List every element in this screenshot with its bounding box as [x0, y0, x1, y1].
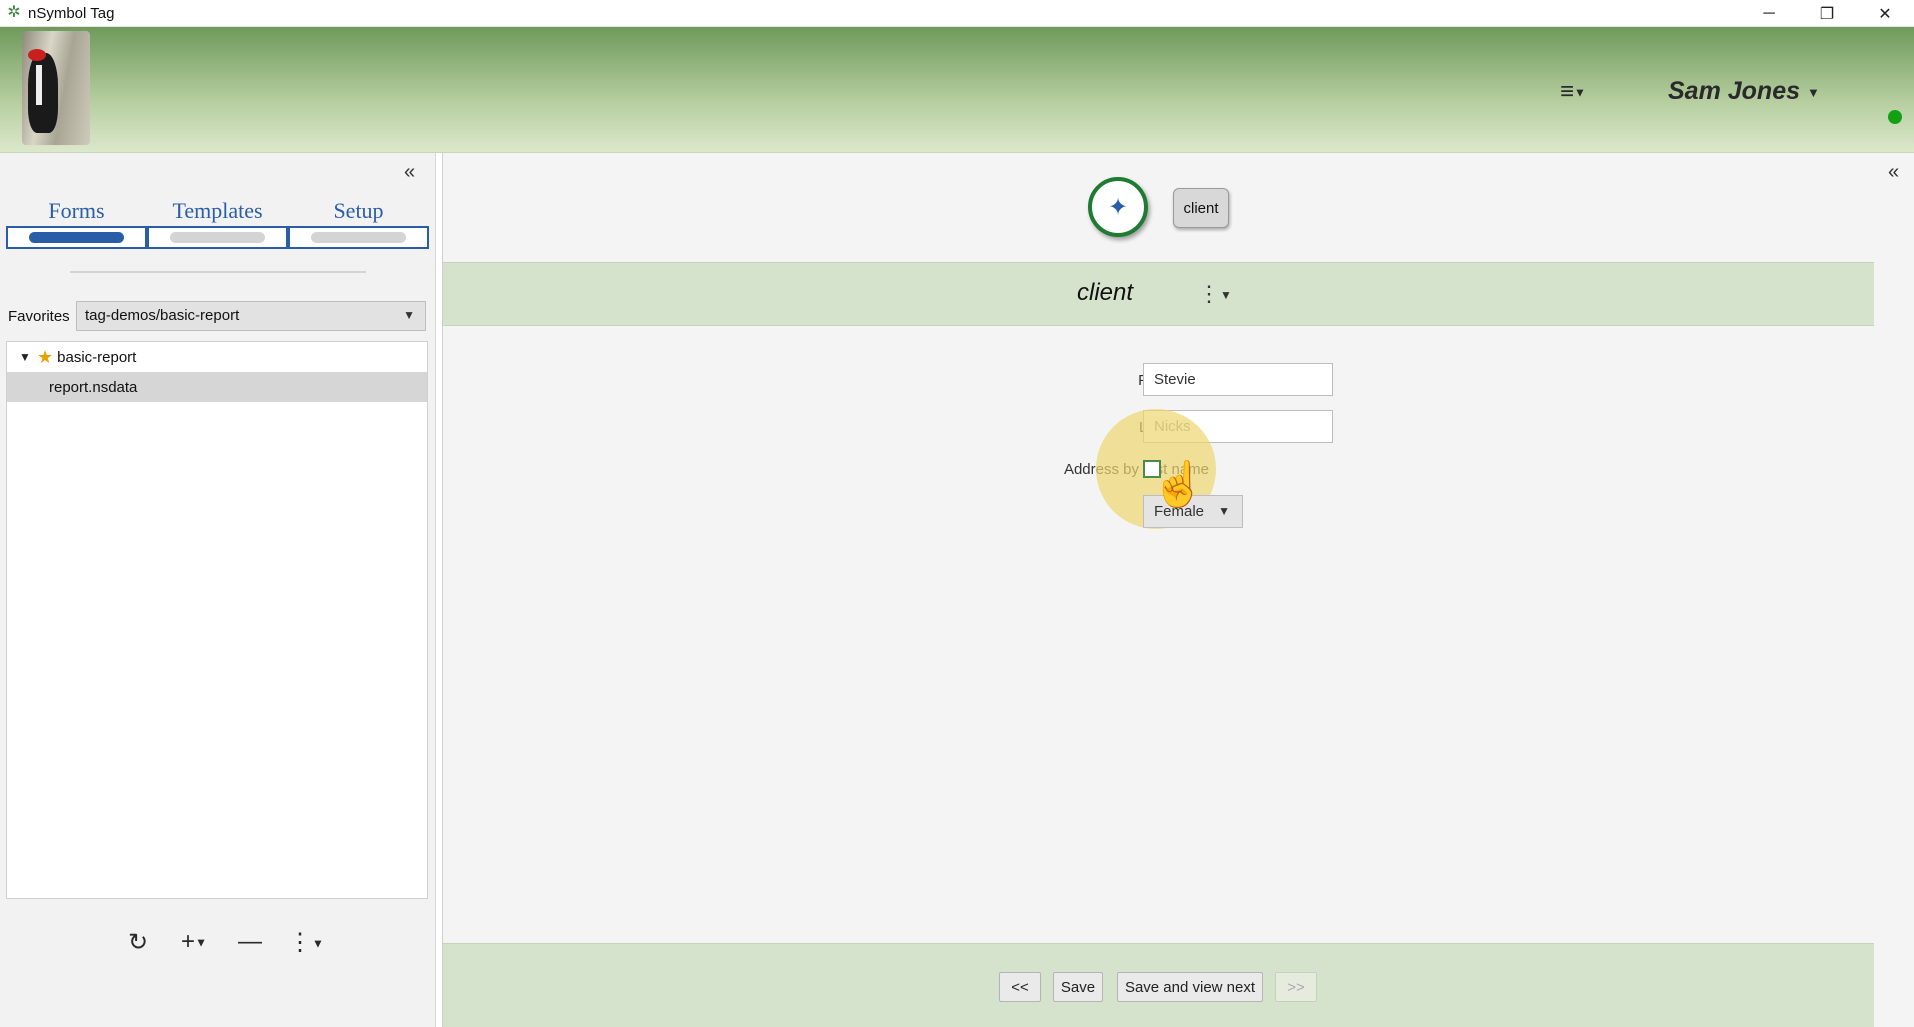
main-panel: ✦ client client ⋮▼ First name Last name …	[442, 153, 1875, 1027]
tree-folder-label: basic-report	[57, 348, 137, 366]
file-tree: ▼ ★ basic-report report.nsdata	[6, 341, 428, 899]
restore-button[interactable]: ❐	[1798, 0, 1856, 27]
tab-templates-label: Templates	[172, 198, 263, 223]
plus-icon: +	[181, 928, 196, 955]
bird-stripe	[36, 65, 42, 105]
woodpecker-logo	[22, 31, 90, 145]
tree-folder-row[interactable]: ▼ ★ basic-report	[7, 342, 427, 372]
tab-setup-bar	[311, 232, 406, 243]
tab-setup-indicator	[288, 226, 429, 249]
tab-templates-indicator	[147, 226, 288, 249]
user-menu-button[interactable]: Sam Jones ▼	[1668, 77, 1820, 106]
sidebar: « Forms Templates Setup Favorites tag-de…	[0, 153, 436, 1027]
more-button[interactable]: ⋮▼	[278, 928, 334, 957]
kebab-icon: ⋮	[1198, 281, 1220, 306]
chevron-down-icon: ▼	[1806, 84, 1820, 100]
connection-status-icon	[1888, 110, 1902, 124]
chevron-down-icon: ▼	[195, 935, 207, 950]
chevron-down-icon: ▼	[403, 308, 415, 322]
tab-templates[interactable]: Templates	[147, 198, 288, 249]
user-name: Sam Jones	[1668, 77, 1801, 105]
bird-crest	[28, 49, 46, 61]
hamburger-menu-button[interactable]: ≡▼	[1560, 78, 1586, 106]
section-title: client	[1077, 279, 1134, 306]
chevron-down-icon: ▼	[1220, 288, 1232, 303]
chevron-down-icon: ▼	[312, 936, 324, 951]
sidebar-toolbar: ↻ +▼ — ⋮▼	[110, 928, 334, 957]
kebab-icon: ⋮	[288, 929, 313, 956]
hand-cursor-icon: ☝	[1151, 460, 1206, 509]
bird-body	[28, 53, 58, 133]
hamburger-icon: ≡	[1560, 78, 1575, 105]
client-chip[interactable]: client	[1173, 188, 1229, 228]
tab-setup[interactable]: Setup	[288, 198, 429, 249]
refresh-icon[interactable]: ↻	[110, 928, 166, 957]
section-header: client ⋮▼	[443, 262, 1875, 326]
tab-forms[interactable]: Forms	[6, 198, 147, 249]
sidebar-tabs: Forms Templates Setup	[6, 198, 430, 249]
previous-button[interactable]: <<	[999, 972, 1041, 1002]
form-footer: << Save Save and view next >>	[443, 943, 1875, 1027]
app-icon: ✲	[7, 4, 21, 21]
right-panel-strip: «	[1874, 153, 1914, 1027]
favorites-select[interactable]: tag-demos/basic-report ▼	[76, 301, 426, 331]
sidebar-divider	[70, 271, 366, 273]
favorites-value: tag-demos/basic-report	[85, 307, 240, 324]
section-menu-button[interactable]: ⋮▼	[1198, 281, 1232, 307]
first-name-input[interactable]	[1143, 363, 1333, 396]
star-icon: ★	[37, 346, 54, 367]
favorites-label: Favorites	[8, 308, 70, 325]
save-and-view-next-button[interactable]: Save and view next	[1117, 972, 1263, 1002]
minimize-button[interactable]: ─	[1740, 0, 1798, 27]
tab-forms-label: Forms	[48, 198, 105, 223]
expand-right-panel-icon[interactable]: «	[1888, 161, 1899, 184]
tab-templates-bar	[170, 232, 265, 243]
collapse-sidebar-icon[interactable]: «	[404, 161, 415, 184]
remove-icon[interactable]: —	[222, 928, 278, 957]
chevron-down-icon: ▼	[1574, 85, 1586, 100]
header-banner: ≡▼ Sam Jones ▼	[0, 27, 1914, 153]
chevron-down-icon: ▼	[1218, 504, 1230, 518]
add-button[interactable]: +▼	[166, 928, 222, 957]
expand-arrow-icon[interactable]: ▼	[19, 350, 37, 364]
tab-forms-bar	[29, 232, 124, 243]
tab-setup-label: Setup	[333, 198, 384, 223]
title-bar: ✲ nSymbol Tag ─ ❐ ✕	[0, 0, 1914, 27]
magic-wand-icon[interactable]: ✦	[1088, 177, 1148, 237]
window-controls: ─ ❐ ✕	[1740, 0, 1914, 27]
close-button[interactable]: ✕	[1856, 0, 1914, 27]
tab-forms-indicator	[6, 226, 147, 249]
next-button[interactable]: >>	[1275, 972, 1317, 1002]
save-button[interactable]: Save	[1053, 972, 1103, 1002]
tree-file-label: report.nsdata	[49, 378, 138, 396]
tree-file-row[interactable]: report.nsdata	[7, 372, 427, 402]
window-title: nSymbol Tag	[28, 4, 115, 22]
